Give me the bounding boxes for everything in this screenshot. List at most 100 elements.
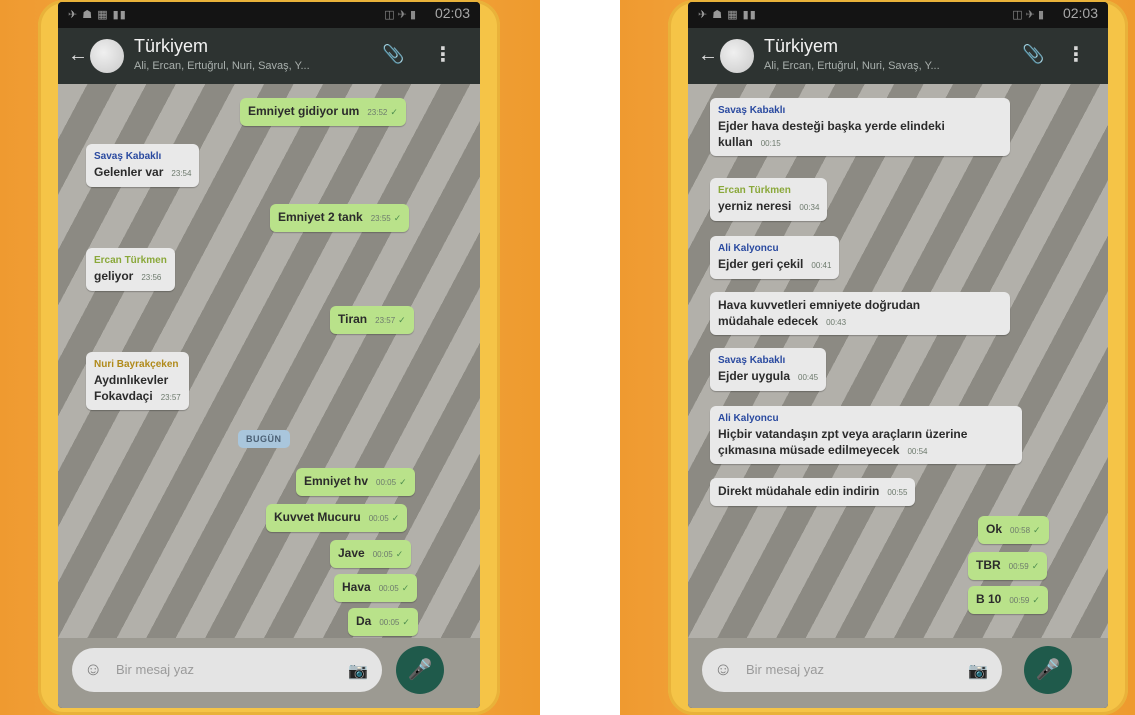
message-bubble-incoming[interactable]: Nuri Bayrakçeken Aydınlıkevler Fokavdaçi… — [86, 352, 189, 411]
message-sender: Savaş Kabaklı — [94, 151, 162, 162]
group-avatar[interactable] — [720, 39, 754, 73]
message-sender: Nuri Bayrakçeken — [94, 359, 179, 370]
status-bar: ✈ ☗ ▦ ▮▮ ◫ ✈ ▮ 02:03 — [688, 2, 1108, 28]
chat-members[interactable]: Ali, Ercan, Ertuğrul, Nuri, Savaş, Y... — [764, 60, 994, 72]
message-bubble-incoming[interactable]: Savaş Kabaklı Gelenler var 23:54 — [86, 144, 200, 187]
left-phone-screen: ✈ ☗ ▦ ▮▮ ◫ ✈ ▮ 02:03 ← Türkiyem Ali, Erc… — [58, 2, 480, 708]
message-list[interactable]: Emniyet gidiyor um 23:52 ✓ Savaş Kabaklı G… — [58, 84, 480, 638]
message-text: Ejder uygula — [718, 369, 791, 383]
message-time: 00:59 — [1009, 596, 1030, 605]
message-bubble-outgoing[interactable]: Ok 00:58 ✓ — [978, 516, 1049, 544]
message-composer: ☺ Bir mesaj yaz 📷 🎤 — [58, 638, 480, 708]
sent-check-icon: ✓ — [395, 549, 404, 559]
chat-members[interactable]: Ali, Ercan, Ertuğrul, Nuri, Savaş, Y... — [134, 60, 364, 72]
overflow-menu-icon[interactable]: ⋮ — [1066, 42, 1086, 67]
sent-check-icon: ✓ — [399, 477, 407, 487]
message-text: TBR — [976, 558, 1001, 572]
message-time: 00:43 — [826, 317, 847, 327]
message-input-placeholder[interactable]: Bir mesaj yaz — [116, 662, 194, 677]
status-left-icons: ✈ ☗ ▦ ▮▮ — [698, 9, 757, 21]
camera-icon[interactable]: 📷 — [348, 661, 368, 681]
message-sender: Ali Kalyoncu — [718, 243, 779, 254]
message-time: 00:34 — [799, 203, 820, 212]
message-bubble-outgoing[interactable]: TBR 00:59 ✓ — [968, 552, 1048, 580]
right-phone-screen: ✈ ☗ ▦ ▮▮ ◫ ✈ ▮ 02:03 ← Türkiyem Ali, Erc… — [688, 2, 1108, 708]
message-bubble-outgoing[interactable]: Tiran 23:57 ✓ — [330, 306, 414, 334]
message-input-box[interactable]: ☺ Bir mesaj yaz 📷 — [72, 648, 382, 692]
message-time: 00:59 — [1008, 562, 1029, 571]
message-bubble-incoming[interactable]: Hava kuvvetleri emniyete doğrudan müdaha… — [710, 292, 1010, 336]
message-bubble-incoming[interactable]: Direkt müdahale edin indirin 00:55 — [710, 478, 916, 506]
message-composer: ☺ Bir mesaj yaz 📷 🎤 — [688, 638, 1108, 708]
message-text-line-2: müdahale edecek — [718, 313, 819, 328]
message-time: 00:58 — [1010, 526, 1031, 535]
message-bubble-incoming[interactable]: Ercan Türkmen yerniz neresi 00:34 — [710, 178, 828, 221]
message-time: 23:57 — [160, 392, 181, 402]
message-text: Tiran — [338, 312, 368, 326]
message-text: Hiçbir vatandaşın zpt veya araçların üze… — [718, 427, 968, 441]
message-text-line-2: Fokavdaçi — [94, 388, 153, 403]
message-bubble-outgoing[interactable]: Emniyet hv 00:05 ✓ — [296, 468, 415, 496]
message-input-box[interactable]: ☺ Bir mesaj yaz 📷 — [702, 648, 1002, 692]
message-text: Hava — [342, 580, 371, 594]
emoji-icon[interactable]: ☺ — [84, 659, 102, 680]
paperclip-icon[interactable]: 📎 — [1022, 44, 1044, 65]
chat-title[interactable]: Türkiyem — [764, 36, 838, 57]
microphone-icon[interactable]: 🎤 — [396, 646, 444, 694]
sent-check-icon: ✓ — [390, 107, 398, 117]
message-bubble-incoming[interactable]: Savaş Kabaklı Ejder uygula 00:45 — [710, 348, 827, 391]
message-text: Aydınlıkevler — [94, 373, 169, 387]
status-right-icons: ◫ ✈ ▮ — [384, 9, 416, 21]
paperclip-icon[interactable]: 📎 — [382, 44, 404, 65]
camera-icon[interactable]: 📷 — [968, 661, 988, 681]
message-time: 00:05 — [376, 478, 397, 487]
message-text: Kuvvet Mucuru — [274, 510, 361, 524]
chat-header: ← Türkiyem Ali, Ercan, Ertuğrul, Nuri, S… — [58, 28, 480, 84]
sent-check-icon: ✓ — [402, 617, 410, 627]
message-bubble-outgoing[interactable]: Hava 00:05 ✓ — [334, 574, 418, 602]
sent-check-icon: ✓ — [391, 513, 400, 523]
message-bubble-outgoing[interactable]: Emniyet 2 tank 23:55 ✓ — [270, 204, 410, 232]
message-text: Emniyet 2 tank — [278, 210, 363, 224]
message-time: 00:05 — [372, 550, 393, 559]
right-phone-photo: ✈ ☗ ▦ ▮▮ ◫ ✈ ▮ 02:03 ← Türkiyem Ali, Erc… — [620, 0, 1135, 715]
message-text: yerniz neresi — [718, 199, 792, 213]
message-text-line-2: çıkmasına müsade edilmeyecek — [718, 442, 900, 457]
message-text: Da — [356, 614, 372, 628]
message-bubble-incoming[interactable]: Ercan Türkmen geliyor 23:56 — [86, 248, 175, 291]
microphone-icon[interactable]: 🎤 — [1024, 646, 1072, 694]
message-time: 00:05 — [379, 618, 400, 627]
message-text: Emniyet hv — [304, 474, 369, 488]
message-time: 00:54 — [907, 446, 928, 456]
message-bubble-outgoing[interactable]: Da 00:05 ✓ — [348, 608, 418, 636]
message-time: 23:54 — [171, 169, 192, 178]
message-time: 00:41 — [811, 261, 832, 270]
back-arrow-icon[interactable]: ← — [698, 44, 718, 67]
status-bar: ✈ ☗ ▦ ▮▮ ◫ ✈ ▮ 02:03 — [58, 2, 480, 28]
message-sender: Savaş Kabaklı — [718, 105, 786, 116]
sent-check-icon: ✓ — [1031, 561, 1040, 571]
message-text: Direkt müdahale edin indirin — [718, 484, 880, 498]
message-text: geliyor — [94, 269, 134, 283]
message-bubble-outgoing[interactable]: Jave 00:05 ✓ — [330, 540, 412, 568]
overflow-menu-icon[interactable]: ⋮ — [433, 42, 453, 67]
message-sender: Ali Kalyoncu — [718, 413, 779, 424]
message-text: Emniyet gidiyor um — [248, 104, 360, 118]
emoji-icon[interactable]: ☺ — [714, 659, 732, 680]
message-input-placeholder[interactable]: Bir mesaj yaz — [746, 662, 824, 677]
status-right-icons: ◫ ✈ ▮ — [1012, 9, 1044, 21]
back-arrow-icon[interactable]: ← — [68, 44, 88, 67]
chat-title[interactable]: Türkiyem — [134, 36, 208, 57]
message-bubble-outgoing[interactable]: B 10 00:59 ✓ — [968, 586, 1048, 614]
message-text: B 10 — [976, 592, 1002, 606]
message-list[interactable]: Savaş Kabaklı Ejder hava desteği başka y… — [688, 84, 1108, 638]
chat-header: ← Türkiyem Ali, Ercan, Ertuğrul, Nuri, S… — [688, 28, 1108, 84]
message-bubble-incoming[interactable]: Savaş Kabaklı Ejder hava desteği başka y… — [710, 98, 1010, 157]
message-bubble-incoming[interactable]: Ali Kalyoncu Ejder geri çekil 00:41 — [710, 236, 840, 279]
message-bubble-outgoing[interactable]: Emniyet gidiyor um 23:52 ✓ — [240, 98, 406, 126]
sent-check-icon: ✓ — [1032, 595, 1040, 605]
message-bubble-outgoing[interactable]: Kuvvet Mucuru 00:05 ✓ — [266, 504, 408, 532]
message-bubble-incoming[interactable]: Ali Kalyoncu Hiçbir vatandaşın zpt veya … — [710, 406, 1022, 465]
message-sender: Ercan Türkmen — [94, 255, 167, 266]
group-avatar[interactable] — [90, 39, 124, 73]
